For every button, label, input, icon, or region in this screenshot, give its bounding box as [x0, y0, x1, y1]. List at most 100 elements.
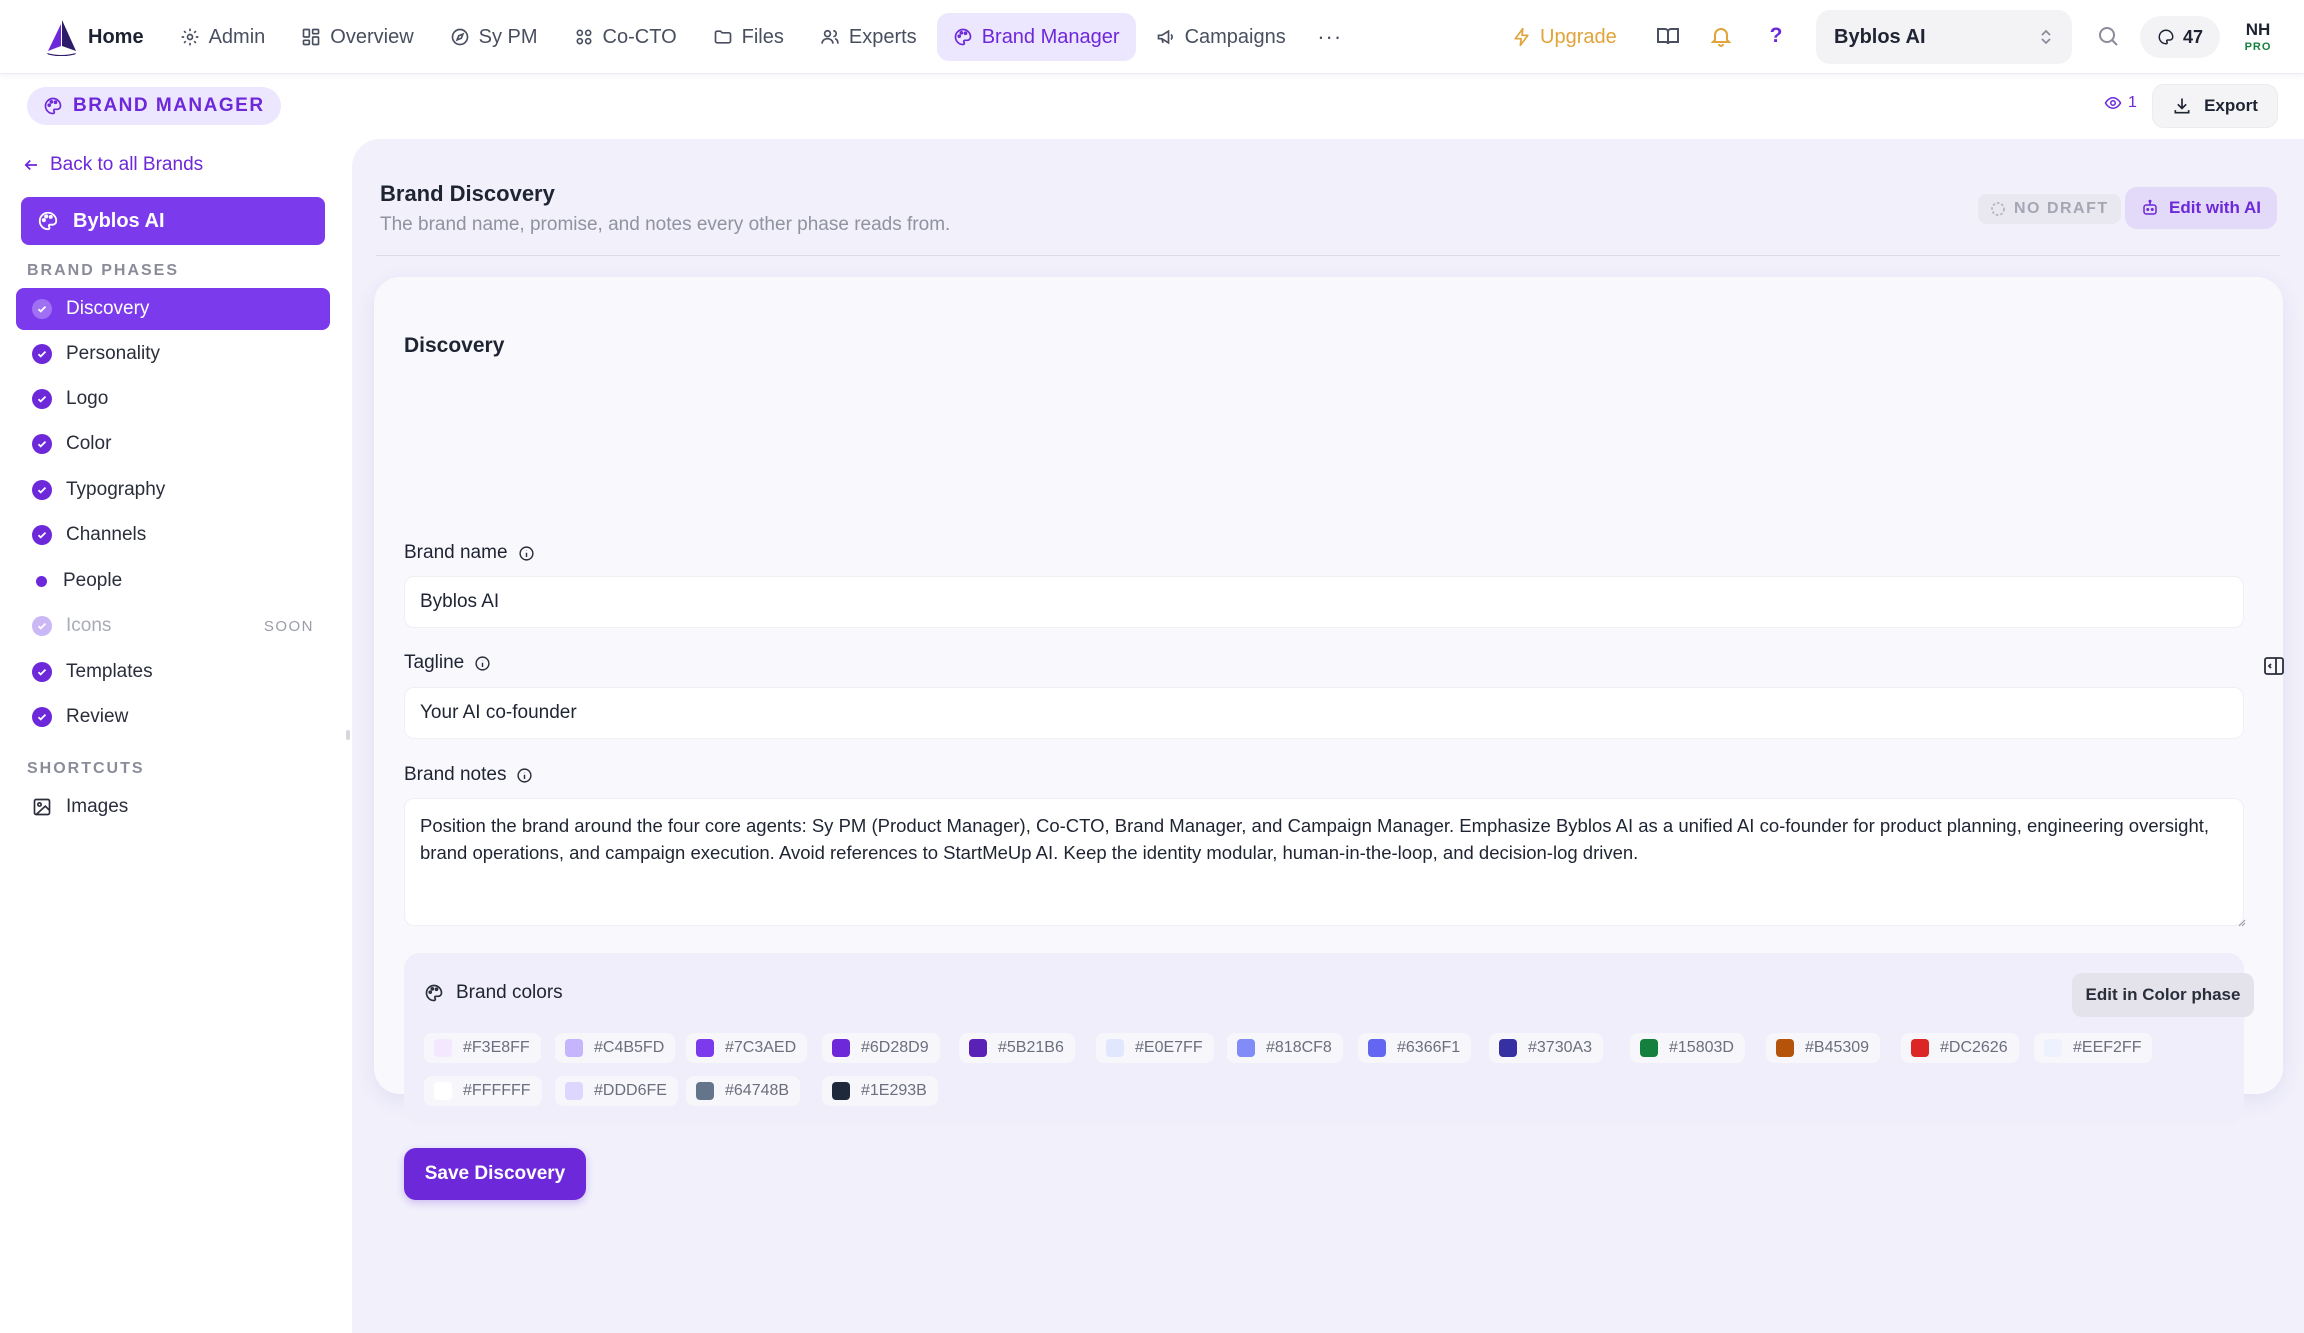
color-hex-label: #F3E8FF	[463, 1039, 530, 1056]
nav-overview[interactable]: Overview	[285, 13, 429, 61]
brand-name-input[interactable]	[404, 576, 2244, 628]
phase-discovery[interactable]: Discovery	[16, 288, 330, 330]
arrow-left-icon	[22, 156, 40, 174]
tagline-input[interactable]	[404, 687, 2244, 739]
palette-icon	[43, 96, 63, 116]
color-chip[interactable]: #C4B5FD	[555, 1033, 676, 1063]
save-discovery-button[interactable]: Save Discovery	[404, 1148, 586, 1200]
color-swatch	[1776, 1039, 1794, 1057]
export-button[interactable]: Export	[2152, 84, 2278, 128]
color-chip[interactable]: #5B21B6	[959, 1033, 1075, 1063]
palette-icon	[953, 27, 973, 47]
brand-sidebar: Back to all Brands Byblos AI BRAND PHASE…	[0, 140, 350, 1333]
sidebar-resize-handle[interactable]	[346, 730, 350, 740]
brand-notes-label-text: Brand notes	[404, 764, 507, 785]
check-circle-icon	[32, 344, 52, 364]
color-hex-label: #3730A3	[1528, 1039, 1593, 1056]
notifications-bell-icon[interactable]	[1707, 22, 1735, 50]
phase-logo[interactable]: Logo	[16, 378, 330, 420]
nav-admin[interactable]: Admin	[164, 13, 282, 61]
viewers-indicator[interactable]: 1	[2104, 94, 2137, 112]
app-logo[interactable]	[44, 18, 78, 56]
search-icon[interactable]	[2094, 22, 2122, 50]
back-to-brands-link[interactable]: Back to all Brands	[22, 154, 203, 176]
compass-icon	[450, 27, 470, 47]
phase-label: People	[63, 570, 123, 591]
color-chip[interactable]: #6D28D9	[822, 1033, 940, 1063]
brand-name-label-text: Brand name	[404, 542, 508, 563]
color-chip[interactable]: #FFFFFF	[424, 1076, 542, 1106]
nav-campaigns[interactable]: Campaigns	[1140, 13, 1302, 61]
nav-home[interactable]: Home	[84, 13, 160, 61]
nav-co-cto[interactable]: Co-CTO	[558, 13, 693, 61]
phase-channels[interactable]: Channels	[16, 514, 330, 556]
shortcuts-heading: SHORTCUTS	[27, 760, 145, 777]
color-swatch	[832, 1082, 850, 1100]
phase-personality[interactable]: Personality	[16, 333, 330, 375]
nav-experts[interactable]: Experts	[804, 13, 933, 61]
user-avatar[interactable]: NH PRO	[2236, 14, 2280, 62]
gear-icon	[180, 27, 200, 47]
check-circle-icon	[32, 389, 52, 409]
upgrade-button[interactable]: Upgrade	[1512, 18, 1617, 56]
nav-sy-pm[interactable]: Sy PM	[434, 13, 554, 61]
brand-selector[interactable]: Byblos AI	[1816, 10, 2072, 64]
color-chip[interactable]: #7C3AED	[686, 1033, 808, 1063]
color-chip[interactable]: #DC2626	[1901, 1033, 2019, 1063]
check-circle-icon	[32, 616, 52, 636]
color-hex-label: #C4B5FD	[594, 1039, 665, 1056]
phase-review[interactable]: Review	[16, 696, 330, 738]
resize-grip-icon[interactable]	[2236, 917, 2246, 927]
edit-in-color-phase-button[interactable]: Edit in Color phase	[2072, 973, 2254, 1017]
color-hex-label: #B45309	[1805, 1039, 1870, 1056]
shortcut-images[interactable]: Images	[16, 786, 330, 828]
color-swatch	[565, 1082, 583, 1100]
color-chip[interactable]: #818CF8	[1227, 1033, 1343, 1063]
nav-experts-label: Experts	[848, 25, 917, 48]
color-chip[interactable]: #DDD6FE	[555, 1076, 678, 1106]
color-swatch	[1106, 1039, 1124, 1057]
current-brand-item[interactable]: Byblos AI	[21, 197, 325, 245]
phase-label: Review	[66, 706, 129, 727]
phase-label: Templates	[66, 661, 153, 682]
color-hex-label: #818CF8	[1266, 1039, 1332, 1056]
credits-badge[interactable]: 47	[2140, 16, 2220, 58]
nav-campaigns-label: Campaigns	[1184, 25, 1286, 48]
docs-book-icon[interactable]	[1654, 22, 1682, 50]
phase-color[interactable]: Color	[16, 423, 330, 465]
color-chip[interactable]: #1E293B	[822, 1076, 938, 1106]
nav-brand-manager-label: Brand Manager	[981, 25, 1120, 48]
nav-brand-manager[interactable]: Brand Manager	[936, 13, 1136, 61]
phase-typography[interactable]: Typography	[16, 469, 330, 511]
lightning-icon	[1512, 27, 1532, 47]
color-swatch	[565, 1039, 583, 1057]
color-swatch	[1911, 1039, 1929, 1057]
more-menu-button[interactable]: ···	[1306, 13, 1354, 61]
soon-badge: SOON	[263, 617, 314, 635]
info-icon[interactable]	[518, 545, 535, 562]
color-chip[interactable]: #15803D	[1630, 1033, 1745, 1063]
nav-files[interactable]: Files	[697, 13, 800, 61]
color-chip[interactable]: #E0E7FF	[1096, 1033, 1214, 1063]
color-chip[interactable]: #EEF2FF	[2034, 1033, 2153, 1063]
color-chip[interactable]: #3730A3	[1489, 1033, 1604, 1063]
phase-people[interactable]: People	[16, 560, 330, 602]
plan-badge: PRO	[2244, 41, 2272, 53]
panel-toggle-icon[interactable]	[2262, 654, 2286, 678]
color-chip[interactable]: #B45309	[1766, 1033, 1881, 1063]
draft-status-label: NO DRAFT	[2014, 200, 2109, 217]
export-label: Export	[2204, 96, 2258, 115]
color-chip[interactable]: #6366F1	[1358, 1033, 1472, 1063]
page-title: Brand Discovery	[380, 181, 555, 206]
in-progress-dot-icon	[36, 575, 47, 587]
color-swatch	[696, 1082, 714, 1100]
phase-templates[interactable]: Templates	[16, 651, 330, 693]
edit-with-ai-button[interactable]: Edit with AI	[2125, 187, 2277, 229]
brand-notes-textarea[interactable]: Position the brand around the four core …	[404, 798, 2244, 926]
info-icon[interactable]	[516, 767, 533, 784]
color-chip[interactable]: #64748B	[686, 1076, 801, 1106]
color-chip[interactable]: #F3E8FF	[424, 1033, 541, 1063]
info-icon[interactable]	[474, 655, 491, 672]
help-icon[interactable]: ?	[1762, 22, 1790, 50]
credits-count: 47	[2182, 26, 2204, 47]
